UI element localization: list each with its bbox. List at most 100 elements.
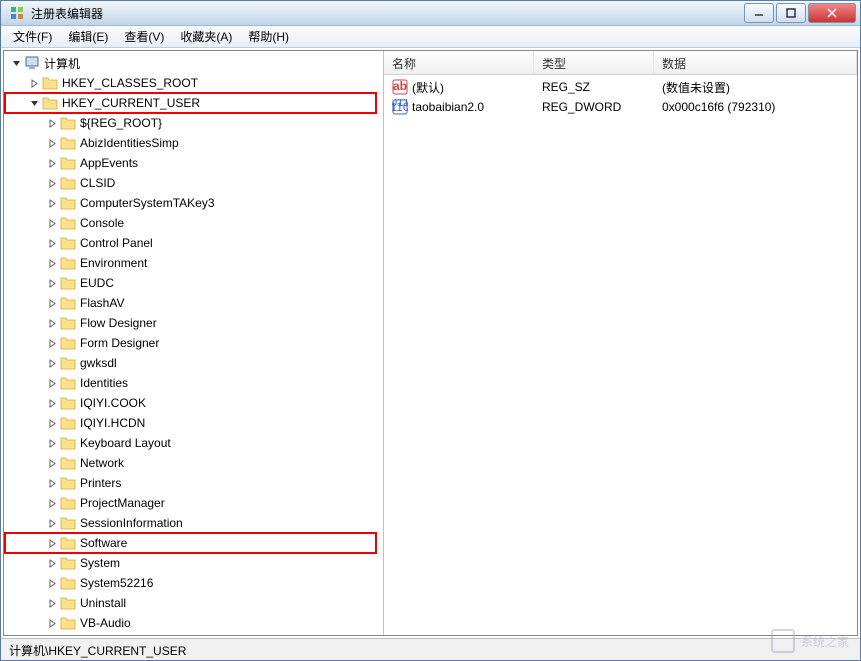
tree-item[interactable]: Identities xyxy=(4,373,383,393)
tree-label: Printers xyxy=(80,476,121,490)
folder-icon xyxy=(60,596,76,610)
tree-label: Control Panel xyxy=(80,236,153,250)
maximize-button[interactable] xyxy=(776,3,806,23)
expander-icon[interactable] xyxy=(28,77,40,89)
expander-icon[interactable] xyxy=(46,457,58,469)
list-row[interactable]: 011110taobaibian2.0REG_DWORD0x000c16f6 (… xyxy=(384,97,857,117)
tree-label: ComputerSystemTAKey3 xyxy=(80,196,215,210)
value-data: (数值未设置) xyxy=(654,79,857,96)
expander-icon[interactable] xyxy=(46,577,58,589)
list-panel: 名称 类型 数据 ab(默认)REG_SZ(数值未设置)011110taobai… xyxy=(384,51,857,635)
tree-item[interactable]: AppEvents xyxy=(4,153,383,173)
tree-item[interactable]: Form Designer xyxy=(4,333,383,353)
expander-icon[interactable] xyxy=(46,417,58,429)
expander-icon[interactable] xyxy=(46,237,58,249)
list-body[interactable]: ab(默认)REG_SZ(数值未设置)011110taobaibian2.0RE… xyxy=(384,75,857,635)
svg-text:ab: ab xyxy=(393,79,407,93)
tree-label: Software xyxy=(80,536,127,550)
tree-item[interactable]: Control Panel xyxy=(4,233,383,253)
menu-help[interactable]: 帮助(H) xyxy=(240,26,297,47)
tree-hkey-classes-root[interactable]: HKEY_CLASSES_ROOT xyxy=(4,73,383,93)
tree-label: CLSID xyxy=(80,176,115,190)
expander-icon[interactable] xyxy=(46,377,58,389)
expander-icon[interactable] xyxy=(46,197,58,209)
expander-icon[interactable] xyxy=(46,157,58,169)
folder-icon xyxy=(60,436,76,450)
expander-icon[interactable] xyxy=(46,277,58,289)
tree-item[interactable]: Environment xyxy=(4,253,383,273)
tree-item[interactable]: VB-Audio xyxy=(4,613,383,633)
string-value-icon: ab xyxy=(392,79,408,95)
expander-icon[interactable] xyxy=(46,497,58,509)
tree-root-computer[interactable]: 计算机 xyxy=(4,53,383,73)
list-row[interactable]: ab(默认)REG_SZ(数值未设置) xyxy=(384,77,857,97)
expander-icon[interactable] xyxy=(46,117,58,129)
folder-icon xyxy=(60,396,76,410)
expander-icon[interactable] xyxy=(46,557,58,569)
expander-icon[interactable] xyxy=(46,617,58,629)
folder-icon xyxy=(60,356,76,370)
expander-icon[interactable] xyxy=(10,57,22,69)
column-name[interactable]: 名称 xyxy=(384,51,534,74)
tree-item[interactable]: ComputerSystemTAKey3 xyxy=(4,193,383,213)
folder-icon xyxy=(60,176,76,190)
tree-item[interactable]: IQIYI.HCDN xyxy=(4,413,383,433)
minimize-button[interactable] xyxy=(744,3,774,23)
tree-item[interactable]: Keyboard Layout xyxy=(4,433,383,453)
tree-hkey-current-user[interactable]: HKEY_CURRENT_USER xyxy=(4,93,383,113)
folder-icon xyxy=(60,256,76,270)
expander-icon[interactable] xyxy=(46,177,58,189)
menu-file[interactable]: 文件(F) xyxy=(5,26,60,47)
tree-label: AppEvents xyxy=(80,156,138,170)
menu-view[interactable]: 查看(V) xyxy=(116,26,172,47)
expander-icon[interactable] xyxy=(46,337,58,349)
folder-icon xyxy=(60,376,76,390)
menu-favorites[interactable]: 收藏夹(A) xyxy=(172,26,240,47)
menu-edit[interactable]: 编辑(E) xyxy=(60,26,116,47)
folder-icon xyxy=(60,296,76,310)
tree-item[interactable]: Software xyxy=(4,533,383,553)
tree-label: ${REG_ROOT} xyxy=(80,116,162,130)
expander-icon[interactable] xyxy=(28,97,40,109)
expander-icon[interactable] xyxy=(46,137,58,149)
folder-icon xyxy=(42,76,58,90)
column-type[interactable]: 类型 xyxy=(534,51,654,74)
expander-icon[interactable] xyxy=(46,477,58,489)
expander-icon[interactable] xyxy=(46,357,58,369)
tree-item[interactable]: IQIYI.COOK xyxy=(4,393,383,413)
computer-icon xyxy=(24,55,40,71)
tree-item[interactable]: gwksdl xyxy=(4,353,383,373)
tree-item[interactable]: Flow Designer xyxy=(4,313,383,333)
expander-icon[interactable] xyxy=(46,517,58,529)
tree-label: Keyboard Layout xyxy=(80,436,171,450)
tree-label: gwksdl xyxy=(80,356,117,370)
expander-icon[interactable] xyxy=(46,537,58,549)
expander-icon[interactable] xyxy=(46,597,58,609)
tree-item[interactable]: Printers xyxy=(4,473,383,493)
tree-panel[interactable]: 计算机HKEY_CLASSES_ROOTHKEY_CURRENT_USER ${R… xyxy=(4,51,384,635)
content-area: 计算机HKEY_CLASSES_ROOTHKEY_CURRENT_USER ${R… xyxy=(3,50,858,636)
folder-icon xyxy=(60,136,76,150)
tree-item[interactable]: FlashAV xyxy=(4,293,383,313)
tree-item[interactable]: EUDC xyxy=(4,273,383,293)
tree-item[interactable]: ProjectManager xyxy=(4,493,383,513)
tree-item[interactable]: Uninstall xyxy=(4,593,383,613)
expander-icon[interactable] xyxy=(46,317,58,329)
tree-item[interactable]: SessionInformation xyxy=(4,513,383,533)
column-data[interactable]: 数据 xyxy=(654,51,857,74)
titlebar[interactable]: 注册表编辑器 xyxy=(1,1,860,26)
tree-item[interactable]: ${REG_ROOT} xyxy=(4,113,383,133)
tree-item[interactable]: Console xyxy=(4,213,383,233)
expander-icon[interactable] xyxy=(46,437,58,449)
close-button[interactable] xyxy=(808,3,856,23)
tree-item[interactable]: System52216 xyxy=(4,573,383,593)
tree-item[interactable]: AbizIdentitiesSimp xyxy=(4,133,383,153)
expander-icon[interactable] xyxy=(46,257,58,269)
tree-item[interactable]: CLSID xyxy=(4,173,383,193)
tree-item[interactable]: System xyxy=(4,553,383,573)
expander-icon[interactable] xyxy=(46,397,58,409)
expander-icon[interactable] xyxy=(46,217,58,229)
tree-item[interactable]: Network xyxy=(4,453,383,473)
expander-icon[interactable] xyxy=(46,297,58,309)
svg-text:110: 110 xyxy=(392,100,408,114)
